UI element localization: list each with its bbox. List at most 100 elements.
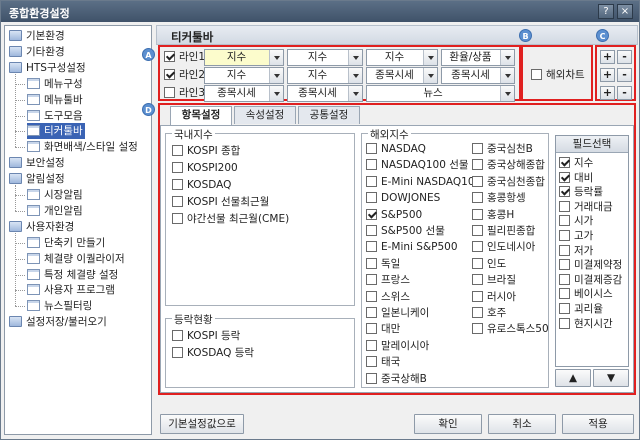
tab-1[interactable]: 항목설정 bbox=[170, 106, 232, 125]
overseas-item-checkbox[interactable] bbox=[472, 323, 483, 335]
overseas-item-checkbox[interactable] bbox=[366, 241, 377, 253]
overseas-item-checkbox[interactable] bbox=[472, 274, 483, 286]
domestic-item-checkbox[interactable] bbox=[172, 145, 183, 156]
move-up-button[interactable]: ▲ bbox=[555, 369, 591, 387]
field-item[interactable]: 현지시간 bbox=[559, 317, 613, 331]
field-item[interactable]: 미결제약정 bbox=[559, 258, 622, 272]
domestic-item-checkbox[interactable] bbox=[172, 213, 183, 224]
overseas-item[interactable]: 대만 bbox=[366, 322, 400, 336]
overseas-item[interactable]: 스위스 bbox=[366, 290, 410, 304]
field-item-checkbox[interactable] bbox=[559, 244, 570, 256]
domestic-item[interactable]: KOSPI 선물최근월 bbox=[172, 195, 269, 209]
tree-item[interactable]: 사용자 프로그램 bbox=[27, 282, 115, 298]
tab-2[interactable]: 속성설정 bbox=[234, 106, 296, 124]
field-item-checkbox[interactable] bbox=[559, 171, 570, 183]
overseas-item[interactable]: 프랑스 bbox=[366, 273, 410, 287]
domestic-item[interactable]: KOSDAQ bbox=[172, 178, 231, 192]
field-item[interactable]: 저가 bbox=[559, 244, 593, 258]
overseas-item[interactable]: 필리핀종합 bbox=[472, 224, 535, 238]
overseas-item[interactable]: 일본니케이 bbox=[366, 306, 429, 320]
field-item-checkbox[interactable] bbox=[559, 200, 570, 212]
field-item-checkbox[interactable] bbox=[559, 186, 570, 198]
line-2-checkbox[interactable] bbox=[164, 69, 175, 80]
overseas-item[interactable]: 러시아 bbox=[472, 290, 516, 304]
line-3-dropdown-2[interactable]: 종목시세 bbox=[287, 85, 363, 102]
overseas-item-checkbox[interactable] bbox=[366, 225, 377, 236]
reset-defaults-button[interactable]: 기본설정값으로 bbox=[160, 414, 244, 434]
overseas-chart-checkbox[interactable] bbox=[531, 69, 542, 80]
line-3-dropdown-1[interactable]: 종목시세 bbox=[204, 85, 284, 102]
ok-button[interactable]: 확인 bbox=[414, 414, 482, 434]
tree-item[interactable]: 보안설정 bbox=[9, 155, 65, 171]
overseas-item[interactable]: 태국 bbox=[366, 355, 400, 369]
overseas-item-checkbox[interactable] bbox=[472, 159, 483, 171]
overseas-item-checkbox[interactable] bbox=[366, 307, 377, 318]
chevron-down-icon[interactable] bbox=[500, 68, 514, 83]
overseas-item-checkbox[interactable] bbox=[366, 159, 377, 171]
field-item[interactable]: 미결제증감 bbox=[559, 273, 622, 287]
chevron-down-icon[interactable] bbox=[500, 50, 514, 65]
overseas-item[interactable]: 중국심천B bbox=[472, 142, 533, 156]
line-1-option[interactable]: 라인1 bbox=[164, 50, 205, 64]
tree-item[interactable]: 티커툴바 bbox=[27, 123, 85, 140]
tree-item[interactable]: 도구모음 bbox=[27, 108, 83, 124]
chevron-down-icon[interactable] bbox=[348, 68, 362, 83]
line-3-option[interactable]: 라인3 bbox=[164, 86, 205, 100]
overseas-item-checkbox[interactable] bbox=[366, 208, 377, 220]
line-2-dropdown-1[interactable]: 지수 bbox=[204, 67, 284, 84]
rise-fall-item-checkbox[interactable] bbox=[172, 330, 183, 341]
overseas-item-checkbox[interactable] bbox=[472, 208, 483, 220]
overseas-item-checkbox[interactable] bbox=[366, 356, 377, 368]
overseas-item-checkbox[interactable] bbox=[472, 225, 483, 236]
cancel-button[interactable]: 취소 bbox=[488, 414, 556, 434]
overseas-chart-option[interactable]: 해외차트 bbox=[531, 67, 585, 82]
overseas-item-checkbox[interactable] bbox=[472, 307, 483, 318]
line-1-dropdown-4[interactable]: 환율/상품 bbox=[441, 49, 515, 66]
overseas-item-checkbox[interactable] bbox=[366, 257, 377, 269]
chevron-down-icon[interactable] bbox=[269, 50, 283, 65]
overseas-item-checkbox[interactable] bbox=[472, 175, 483, 187]
line-2-dropdown-2[interactable]: 지수 bbox=[287, 67, 363, 84]
add-line-3-button[interactable]: + bbox=[600, 86, 615, 100]
overseas-item[interactable]: 중국상해B bbox=[366, 372, 427, 386]
overseas-item[interactable]: 홍콩항셍 bbox=[472, 191, 526, 205]
move-down-button[interactable]: ▼ bbox=[593, 369, 629, 387]
overseas-item-checkbox[interactable] bbox=[472, 241, 483, 253]
field-item[interactable]: 고가 bbox=[559, 229, 593, 243]
apply-button[interactable]: 적용 bbox=[562, 414, 634, 434]
tree-item[interactable]: 체결량 이퀄라이저 bbox=[27, 251, 125, 267]
chevron-down-icon[interactable] bbox=[348, 50, 362, 65]
field-item-checkbox[interactable] bbox=[559, 215, 570, 227]
field-item[interactable]: 베이시스 bbox=[559, 287, 613, 301]
field-item[interactable]: 시가 bbox=[559, 214, 593, 228]
tree-item[interactable]: 개인알림 bbox=[27, 203, 83, 219]
overseas-item-checkbox[interactable] bbox=[366, 290, 377, 302]
chevron-down-icon[interactable] bbox=[269, 86, 283, 101]
field-item-checkbox[interactable] bbox=[559, 157, 570, 168]
overseas-item[interactable]: 인도 bbox=[472, 257, 506, 271]
tree-item[interactable]: 메뉴구성 bbox=[27, 76, 83, 92]
line-1-dropdown-2[interactable]: 지수 bbox=[287, 49, 363, 66]
overseas-item[interactable]: 브라질 bbox=[472, 273, 516, 287]
overseas-item[interactable]: 유로스톡스50 bbox=[472, 322, 549, 336]
tree-item[interactable]: 시장알림 bbox=[27, 187, 83, 203]
domestic-item-checkbox[interactable] bbox=[172, 196, 183, 207]
line-1-checkbox[interactable] bbox=[164, 51, 175, 62]
field-item-checkbox[interactable] bbox=[559, 230, 570, 241]
help-button[interactable]: ? bbox=[598, 4, 614, 19]
chevron-down-icon[interactable] bbox=[423, 68, 437, 83]
field-item-checkbox[interactable] bbox=[559, 259, 570, 271]
tree-item[interactable]: 기본환경 bbox=[9, 28, 65, 44]
overseas-item-checkbox[interactable] bbox=[472, 290, 483, 302]
field-item-checkbox[interactable] bbox=[559, 317, 570, 329]
field-item[interactable]: 거래대금 bbox=[559, 200, 613, 214]
overseas-item[interactable]: E-Mini S&P500 bbox=[366, 240, 458, 254]
overseas-item-checkbox[interactable] bbox=[366, 143, 377, 154]
tree-item[interactable]: 사용자환경 bbox=[9, 219, 74, 235]
overseas-item-checkbox[interactable] bbox=[366, 339, 377, 351]
close-button[interactable]: × bbox=[617, 4, 633, 19]
overseas-item-checkbox[interactable] bbox=[472, 143, 483, 154]
overseas-item[interactable]: 호주 bbox=[472, 306, 506, 320]
chevron-down-icon[interactable] bbox=[269, 68, 283, 83]
remove-line-2-button[interactable]: - bbox=[617, 68, 632, 82]
